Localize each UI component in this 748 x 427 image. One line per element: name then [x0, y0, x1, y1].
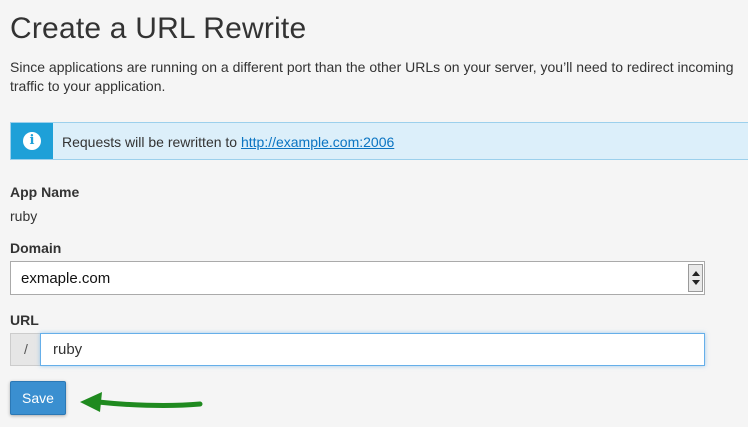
- app-name-value: ruby: [10, 208, 38, 224]
- app-name-label: App Name: [10, 184, 80, 200]
- url-input-group: /: [10, 333, 705, 366]
- info-alert: i Requests will be rewritten to http://e…: [10, 122, 748, 160]
- alert-icon-box: i: [11, 123, 53, 159]
- annotation-arrow-icon: [80, 392, 203, 412]
- alert-message: Requests will be rewritten to http://exa…: [62, 134, 394, 150]
- rewrite-link[interactable]: http://example.com:2006: [241, 134, 394, 150]
- arrow-down-icon: [692, 280, 700, 285]
- url-input[interactable]: [40, 333, 705, 366]
- dropdown-arrow-icon[interactable]: [688, 264, 703, 292]
- url-label: URL: [10, 312, 39, 328]
- save-button[interactable]: Save: [10, 381, 66, 415]
- domain-label: Domain: [10, 240, 62, 256]
- domain-selected-value: exmaple.com: [21, 270, 111, 287]
- page-description: Since applications are running on a diff…: [10, 59, 734, 94]
- info-icon: i: [23, 132, 41, 150]
- arrow-up-icon: [692, 271, 700, 276]
- url-prefix: /: [10, 333, 41, 366]
- page-title: Create a URL Rewrite: [10, 12, 307, 45]
- domain-select[interactable]: exmaple.com: [10, 261, 705, 295]
- alert-text: Requests will be rewritten to: [62, 134, 241, 150]
